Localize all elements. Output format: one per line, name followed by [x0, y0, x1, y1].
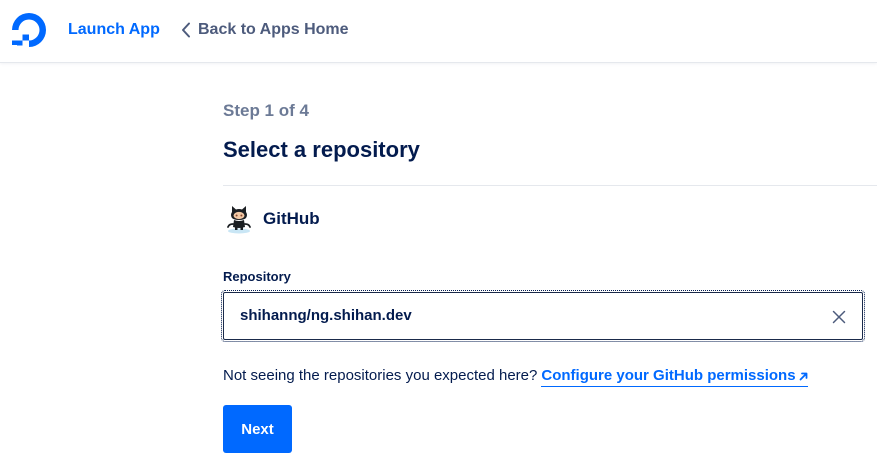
help-text: Not seeing the repositories you expected… [223, 367, 538, 384]
top-bar: Launch App Back to Apps Home [0, 0, 877, 63]
repository-select[interactable]: shihanng/ng.shihan.dev [221, 290, 865, 342]
back-to-apps-home-link[interactable]: Back to Apps Home [181, 20, 349, 40]
arrow-up-right-icon [799, 372, 807, 381]
next-button[interactable]: Next [223, 405, 292, 453]
page-title: Select a repository [223, 137, 420, 162]
permissions-help: Not seeing the repositories you expected… [223, 366, 808, 387]
step-indicator: Step 1 of 4 [223, 101, 309, 120]
close-icon[interactable] [832, 310, 846, 324]
provider-name: GitHub [263, 209, 320, 228]
configure-github-permissions-link[interactable]: Configure your GitHub permissions [541, 367, 808, 387]
repository-value: shihanng/ng.shihan.dev [240, 307, 412, 324]
chevron-left-icon [182, 22, 190, 38]
divider [223, 185, 877, 186]
launch-app-link[interactable]: Launch App [68, 20, 160, 40]
digitalocean-logo[interactable] [10, 11, 48, 49]
github-octocat-icon [227, 206, 251, 234]
repository-label: Repository [223, 269, 291, 284]
back-link-label: Back to Apps Home [198, 21, 349, 38]
help-link-label: Configure your GitHub permissions [541, 367, 796, 384]
